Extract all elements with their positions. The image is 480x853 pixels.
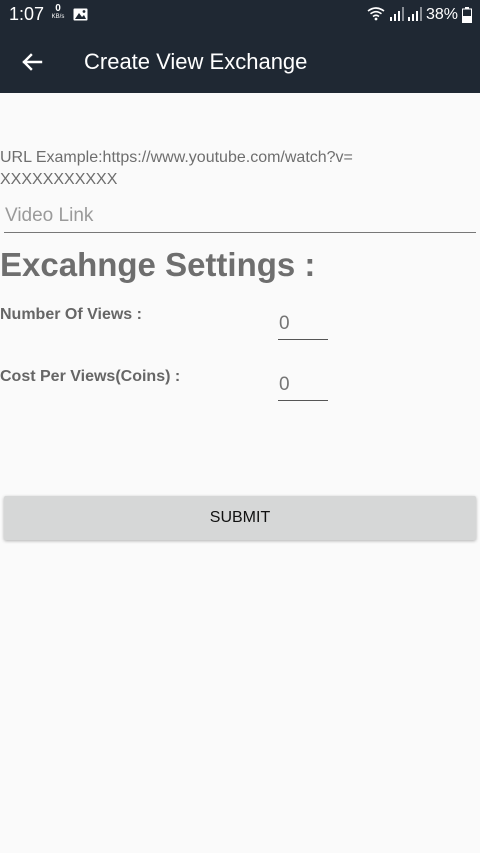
signal-icon	[408, 7, 422, 21]
wifi-icon	[367, 7, 385, 21]
url-example-hint: URL Example:https://www.youtube.com/watc…	[0, 149, 353, 188]
cost-per-views-input[interactable]	[278, 369, 328, 401]
network-speed-indicator: 0 KB/s	[49, 3, 67, 21]
network-speed-value: 0	[55, 3, 61, 14]
signal-icon	[390, 7, 404, 21]
network-speed-unit: KB/s	[51, 14, 65, 20]
battery-icon	[462, 7, 472, 23]
status-time: 1:07	[9, 4, 45, 24]
video-link-input[interactable]	[4, 199, 476, 233]
back-arrow-icon[interactable]	[16, 46, 48, 78]
number-of-views-label: Number Of Views :	[0, 306, 142, 323]
page-title: Create View Exchange	[84, 49, 308, 74]
battery-percentage: 38%	[426, 6, 459, 23]
exchange-settings-heading: Excahnge Settings :	[0, 246, 316, 283]
app-bar: Create View Exchange	[0, 30, 480, 93]
number-of-views-input[interactable]	[278, 308, 328, 340]
cost-per-views-label: Cost Per Views(Coins) :	[0, 368, 181, 385]
submit-button[interactable]: SUBMIT	[4, 496, 476, 540]
gallery-icon	[73, 8, 88, 21]
status-bar: 1:07 0 KB/s 38%	[0, 0, 480, 30]
